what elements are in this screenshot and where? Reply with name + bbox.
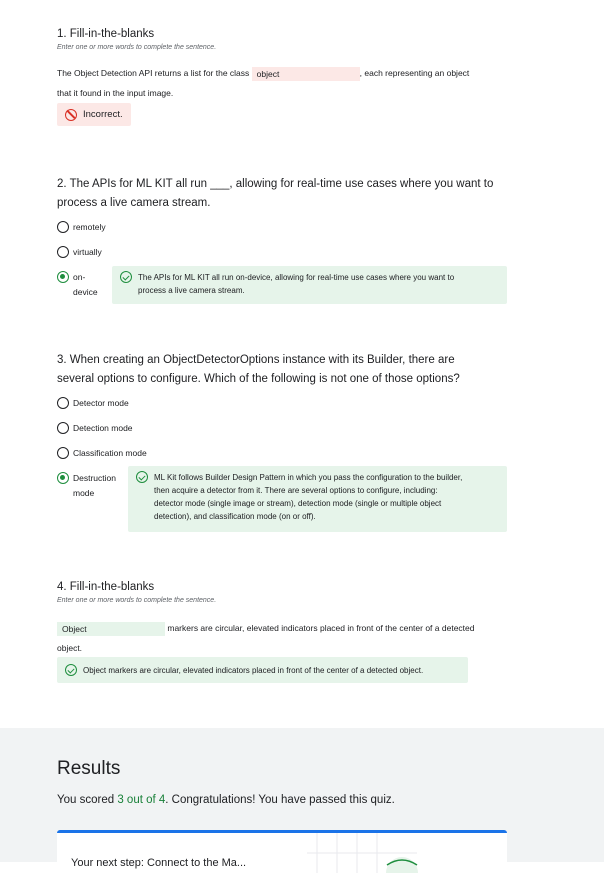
correct-icon — [65, 664, 77, 676]
question-2: 2. The APIs for ML KIT all run ___, allo… — [57, 175, 507, 212]
question-1: 1. Fill-in-the-blanks Enter one or more … — [57, 25, 507, 51]
q1-sentence: The Object Detection API returns a list … — [57, 66, 470, 81]
score: 3 out of 4 — [117, 794, 166, 806]
q1-answer-input[interactable]: object — [251, 66, 360, 81]
radio-button[interactable] — [57, 447, 69, 459]
q2-option-3[interactable]: on- device — [57, 270, 98, 300]
incorrect-feedback: Incorrect. — [57, 103, 131, 126]
incorrect-icon — [65, 108, 77, 121]
results-title: Results — [57, 758, 121, 779]
next-step-card[interactable]: Your next step: Connect to the Ma... — [57, 830, 507, 873]
question-instruction: Enter one or more words to complete the … — [57, 44, 217, 51]
question-title-line2: several options to configure. Which of t… — [57, 373, 460, 385]
q2-option-2[interactable]: virtually — [57, 245, 102, 260]
next-step-text: Your next step: Connect to the Ma... — [71, 857, 247, 869]
question-title-line2: process a live camera stream. — [57, 197, 211, 209]
correct-icon — [136, 471, 148, 483]
correct-icon — [120, 271, 132, 283]
question-instruction: Enter one or more words to complete the … — [57, 597, 217, 604]
question-title: 4. Fill-in-the-blanks — [57, 581, 155, 593]
radio-button[interactable] — [57, 422, 69, 434]
q3-feedback: ML Kit follows Builder Design Pattern in… — [128, 466, 507, 532]
q1-sentence-line2: that it found in the input image. — [57, 88, 174, 98]
q4-sentence-line2: object. — [57, 643, 83, 653]
q3-option-1[interactable]: Detector mode — [57, 396, 129, 411]
radio-button-selected[interactable] — [57, 472, 69, 484]
q1-feedback: Incorrect. — [57, 103, 507, 126]
radio-button[interactable] — [57, 246, 69, 258]
radio-button[interactable] — [57, 397, 69, 409]
q4-sentence: Object markers are circular, elevated in… — [57, 618, 507, 638]
q3-option-4[interactable]: Destruction mode — [57, 471, 116, 501]
card-illustration — [307, 833, 418, 873]
q4-answer-input[interactable]: Object — [57, 621, 165, 636]
results-summary: You scored 3 out of 4. Congratulations! … — [57, 794, 395, 806]
question-3: 3. When creating an ObjectDetectorOption… — [57, 351, 507, 388]
question-title: 1. Fill-in-the-blanks — [57, 28, 155, 40]
results-section: Results You scored 3 out of 4. Congratul… — [0, 728, 604, 873]
q4-feedback: Object markers are circular, elevated in… — [57, 657, 468, 683]
radio-button[interactable] — [57, 221, 69, 233]
question-title: 3. When creating an ObjectDetectorOption… — [57, 354, 455, 366]
q2-option-1[interactable]: remotely — [57, 220, 106, 235]
radio-button-selected[interactable] — [57, 271, 69, 283]
q2-feedback: The APIs for ML KIT all run on-device, a… — [112, 266, 507, 304]
q3-option-3[interactable]: Classification mode — [57, 446, 147, 461]
question-4: 4. Fill-in-the-blanks Enter one or more … — [57, 578, 507, 604]
q3-option-2[interactable]: Detection mode — [57, 421, 133, 436]
question-title: 2. The APIs for ML KIT all run ___, allo… — [57, 178, 494, 190]
